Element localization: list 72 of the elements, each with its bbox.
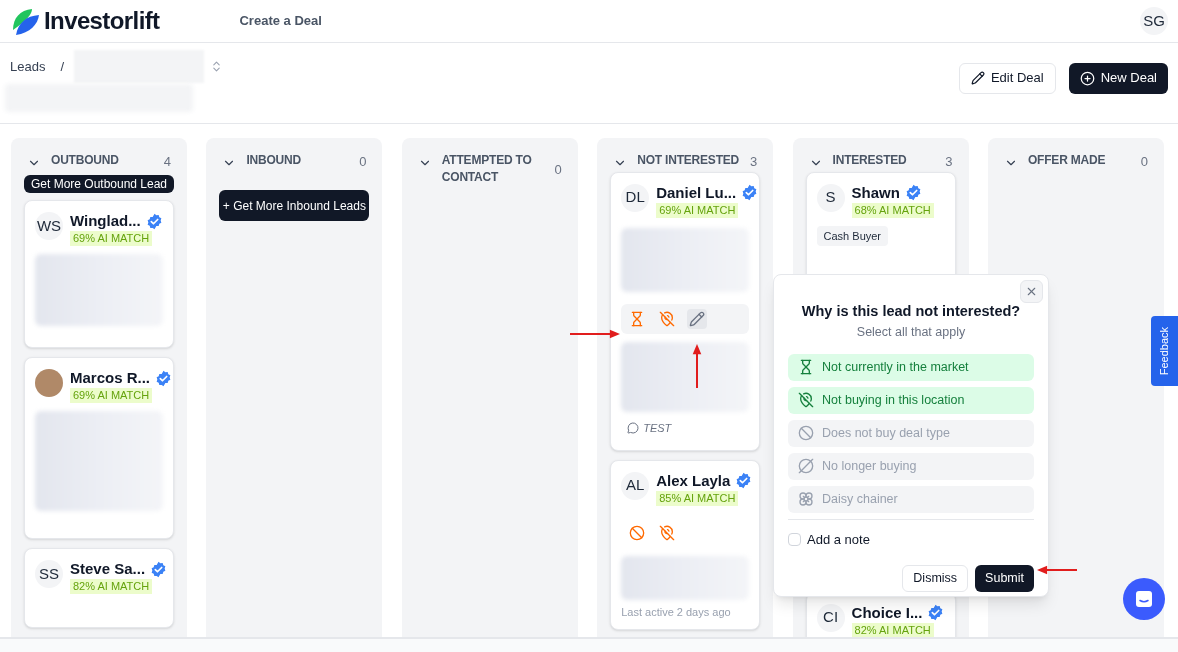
last-active-text: Last active 2 days ago	[621, 604, 732, 620]
ai-match-badge: 69% AI MATCH	[70, 231, 153, 246]
note-text: TEST	[643, 420, 672, 436]
map-pin-off-icon	[798, 392, 814, 408]
column-count: 0	[1140, 153, 1148, 171]
ai-match-badge: 85% AI MATCH	[656, 490, 739, 506]
flower-icon	[798, 491, 814, 507]
breadcrumb-separator: /	[60, 57, 65, 76]
user-avatar[interactable]: SG	[1140, 7, 1168, 35]
lead-card[interactable]: SS Steve Sa... 82% AI MATCH	[24, 548, 174, 628]
create-deal-link[interactable]: Create a Deal	[239, 11, 322, 31]
ai-match-badge: 69% AI MATCH	[70, 388, 153, 403]
ai-match-badge: 69% AI MATCH	[656, 202, 739, 218]
lead-card[interactable]: WS Winglad... 69% AI MATCH	[24, 200, 174, 348]
plus-circle-icon	[1079, 70, 1095, 86]
logo-text[interactable]: Investorlift	[44, 3, 160, 39]
submit-button[interactable]: Submit	[975, 565, 1034, 592]
hourglass-icon	[798, 359, 814, 375]
avatar: WS	[35, 212, 63, 240]
feedback-tab[interactable]: Feedback	[1151, 316, 1178, 386]
avatar-photo-placeholder	[35, 369, 63, 397]
ai-match-badge: 82% AI MATCH	[70, 579, 153, 594]
reason-option[interactable]: Not currently in the market	[788, 353, 1034, 381]
get-more-leads-button[interactable]: + Get More Inbound Leads	[219, 190, 370, 221]
column-title: OUTBOUND	[50, 152, 120, 169]
column-title: INTERESTED	[831, 152, 908, 169]
lead-card[interactable]: AL Alex Layla 85% AI MATCH Last active 2 days ago	[610, 459, 761, 630]
popover-subtitle: Select all that apply	[855, 323, 967, 341]
new-deal-button[interactable]: New Deal	[1068, 62, 1168, 94]
horizontal-scrollbar[interactable]	[0, 637, 1178, 652]
close-icon	[1025, 285, 1038, 298]
avatar: S	[816, 183, 845, 212]
lead-name: Daniel Lu...	[656, 182, 737, 203]
column-count: 0	[554, 161, 562, 179]
column-count: 4	[163, 153, 171, 171]
buyer-tag: Cash Buyer	[816, 225, 889, 246]
column-count: 3	[749, 153, 758, 171]
lead-name: Winglad...	[70, 211, 141, 231]
column-count: 0	[359, 153, 367, 171]
logo-icon	[10, 6, 40, 36]
edit-deal-button[interactable]: Edit Deal	[958, 62, 1056, 94]
avatar: DL	[621, 183, 650, 212]
close-button[interactable]	[1020, 280, 1043, 303]
column-title: ATTEMPTED TO CONTACT	[440, 152, 533, 186]
avatar: AL	[621, 471, 650, 500]
circle-slash-icon	[798, 458, 814, 474]
lead-card[interactable]: Marcos R... 69% AI MATCH	[24, 357, 174, 539]
ban-icon	[798, 425, 814, 441]
pencil-icon[interactable]	[687, 308, 708, 329]
lead-name: Choice I...	[851, 602, 923, 623]
add-note-checkbox[interactable]: Add a note	[788, 529, 1034, 549]
ai-match-badge: 82% AI MATCH	[851, 622, 934, 637]
column-count: 3	[945, 153, 953, 171]
avatar: CI	[816, 603, 845, 632]
lead-card[interactable]: DL Daniel Lu... 69% AI MATCH TEST	[610, 171, 761, 451]
chat-icon	[1134, 589, 1154, 609]
column-title: INBOUND	[245, 152, 302, 169]
dismiss-button[interactable]: Dismiss	[902, 565, 969, 592]
lead-name: Alex Layla	[656, 470, 731, 491]
column-title: NOT INTERESTED	[636, 152, 741, 169]
get-more-leads-button[interactable]: Get More Outbound Lead	[24, 174, 174, 193]
ai-match-badge: 68% AI MATCH	[851, 202, 934, 218]
avatar: SS	[35, 560, 63, 588]
pencil-icon	[970, 71, 985, 85]
reason-option[interactable]: Not buying in this location	[788, 386, 1034, 414]
breadcrumb-link[interactable]: Leads	[10, 56, 46, 77]
popover-title: Why is this lead not interested?	[800, 302, 1022, 321]
lead-name: Marcos R...	[70, 368, 151, 388]
lead-name: Steve Sa...	[70, 559, 146, 579]
comment-icon	[627, 421, 640, 434]
lead-name: Shawn	[851, 182, 900, 203]
column-title: OFFER MADE	[1026, 152, 1107, 169]
